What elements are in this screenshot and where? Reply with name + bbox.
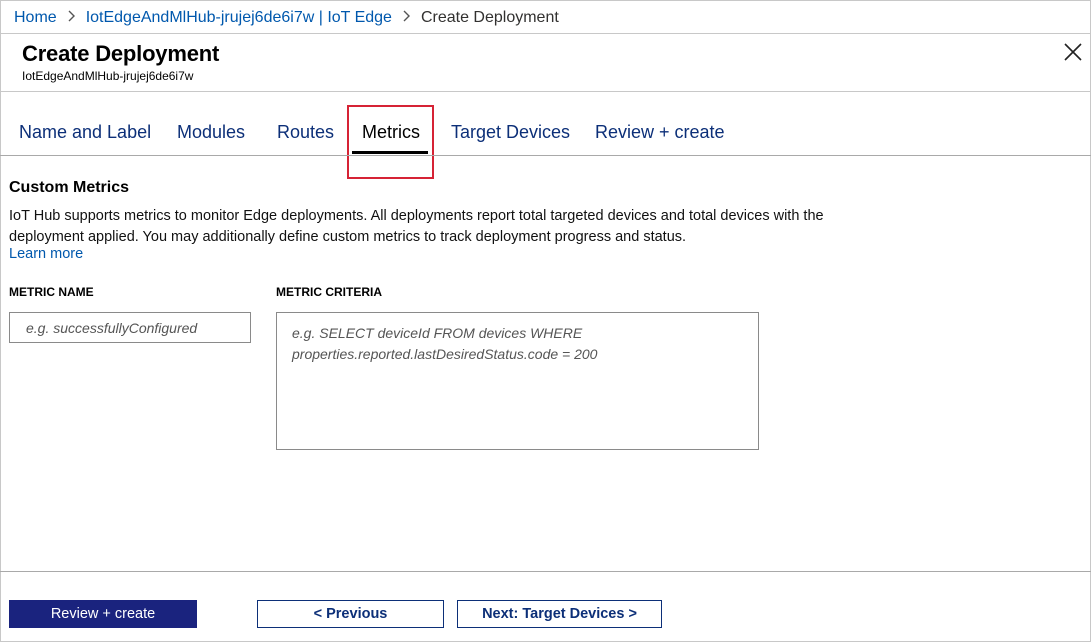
metric-criteria-input[interactable] xyxy=(276,312,759,450)
close-button[interactable] xyxy=(1061,40,1085,64)
chevron-right-icon xyxy=(67,9,76,27)
divider xyxy=(0,91,1091,92)
review-create-button[interactable]: Review + create xyxy=(9,600,197,628)
chevron-right-icon xyxy=(402,9,411,27)
page-subtitle: IotEdgeAndMlHub-jrujej6de6i7w xyxy=(22,69,194,83)
previous-button[interactable]: < Previous xyxy=(257,600,444,628)
close-icon xyxy=(1064,43,1082,61)
next-button[interactable]: Next: Target Devices > xyxy=(457,600,662,628)
breadcrumb-current: Create Deployment xyxy=(420,9,559,26)
breadcrumb-home[interactable]: Home xyxy=(14,9,57,27)
section-description: IoT Hub supports metrics to monitor Edge… xyxy=(9,208,824,245)
divider xyxy=(0,571,1091,572)
tab-name-and-label[interactable]: Name and Label xyxy=(19,122,151,143)
breadcrumb: Home IotEdgeAndMlHub-jrujej6de6i7w | IoT… xyxy=(14,8,559,28)
tab-review-create[interactable]: Review + create xyxy=(595,122,725,143)
tab-modules[interactable]: Modules xyxy=(177,122,245,143)
tab-target-devices[interactable]: Target Devices xyxy=(451,122,570,143)
metric-name-label: METRIC NAME xyxy=(9,285,94,299)
metric-criteria-label: METRIC CRITERIA xyxy=(276,285,382,299)
divider xyxy=(0,155,1091,156)
divider xyxy=(0,33,1091,34)
tab-routes[interactable]: Routes xyxy=(277,122,334,143)
metric-name-input[interactable] xyxy=(9,312,251,343)
page-title: Create Deployment xyxy=(22,41,220,66)
highlight-box xyxy=(347,105,434,179)
breadcrumb-hub[interactable]: IotEdgeAndMlHub-jrujej6de6i7w | IoT Edge xyxy=(86,9,392,27)
section-title: Custom Metrics xyxy=(9,179,130,196)
learn-more-link[interactable]: Learn more xyxy=(9,246,83,262)
